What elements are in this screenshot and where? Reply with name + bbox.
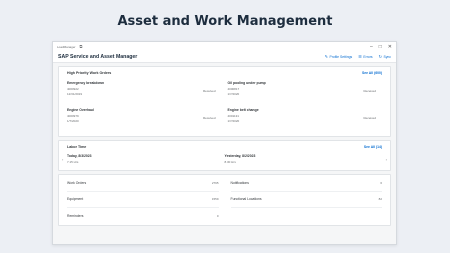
work-order-title: Engine belt change [227, 108, 259, 112]
stat-label: Equipment [67, 197, 84, 202]
header-actions: ✎ Profile Settings ☰ Errors ↻ Sync [325, 54, 391, 59]
window-app-icon: ⧉ [79, 44, 83, 49]
work-order-status: Received [202, 116, 216, 120]
labor-date: Today, 8/3/2023 [67, 154, 92, 158]
maximize-button[interactable]: □ [379, 44, 382, 50]
work-order-item[interactable]: Emergency breakdown 4000922 12/31/2019 R… [67, 78, 216, 105]
high-priority-title: High Priority Work Orders [67, 70, 112, 75]
window-titlebar: LoadManager ⧉ – □ ✕ [53, 42, 396, 51]
work-order-item[interactable]: Oil pooling under pump 4000817 1/7/2020 … [228, 78, 377, 105]
window-controls: – □ ✕ [370, 44, 392, 50]
work-order-date: 1/7/2020 [227, 118, 240, 123]
stat-equipment[interactable]: Equipment 1559 [67, 192, 219, 208]
profile-settings-button[interactable]: ✎ Profile Settings [325, 54, 353, 59]
high-priority-card: High Priority Work Orders See All (600) … [58, 66, 391, 137]
work-order-list: Emergency breakdown 4000922 12/31/2019 R… [59, 78, 390, 136]
work-order-date: 1/7/2020 [227, 91, 240, 96]
refresh-icon: ↻ [378, 54, 382, 59]
stat-label: Reminders [67, 214, 84, 219]
stat-label: Functional Locations [230, 197, 262, 202]
work-order-title: Emergency breakdown [67, 81, 105, 85]
stat-reminders[interactable]: Reminders 0 [67, 208, 219, 225]
labor-time-card: Labor Time See All (14) ‹ Today, 8/3/202… [58, 140, 391, 171]
labor-hours: 7.15 Hrs [67, 160, 79, 164]
app-window: LoadManager ⧉ – □ ✕ SAP Service and Asse… [52, 41, 397, 245]
minimize-button[interactable]: – [370, 44, 373, 50]
window-title: LoadManager [57, 44, 76, 49]
see-all-work-orders-link[interactable]: See All (600) [362, 71, 382, 75]
see-all-labor-link[interactable]: See All (14) [364, 145, 382, 149]
errors-label: Errors [363, 54, 373, 59]
stat-label: Work Orders [67, 180, 87, 185]
overview-stats: Work Orders 2795 Equipment 1559 Reminder… [59, 175, 390, 225]
stat-notifications[interactable]: Notifications 6 [230, 175, 382, 192]
work-order-status: Received [363, 89, 376, 93]
app-header: SAP Service and Asset Manager ✎ Profile … [53, 51, 396, 63]
work-order-status: Received [202, 89, 216, 93]
app-title: SAP Service and Asset Manager [58, 53, 138, 60]
profile-settings-label: Profile Settings [329, 54, 353, 59]
stat-count: 82 [378, 197, 382, 202]
chevron-right-icon[interactable]: › [386, 157, 387, 162]
close-button[interactable]: ✕ [388, 44, 392, 50]
labor-time-title: Labor Time [67, 144, 87, 149]
wrench-icon: ✎ [324, 54, 328, 59]
list-icon: ☰ [358, 54, 362, 59]
stat-count: 0 [216, 214, 219, 219]
work-order-item[interactable]: Engine Overhaul 4000979 1/7/2020 Receive… [67, 105, 216, 132]
stat-work-orders[interactable]: Work Orders 2795 [67, 175, 219, 192]
overview-card: Work Orders 2795 Equipment 1559 Reminder… [58, 174, 391, 226]
sync-label: Sync [383, 54, 391, 59]
page-heading: Asset and Work Management [117, 13, 333, 29]
high-priority-header: High Priority Work Orders See All (600) [59, 67, 390, 78]
stat-count: 2795 [211, 180, 219, 185]
work-order-title: Oil pooling under pump [227, 81, 266, 85]
stat-count: 6 [380, 180, 382, 185]
stat-functional-locations[interactable]: Functional Locations 82 [230, 192, 382, 208]
labor-entries: ‹ Today, 8/3/2023 7.15 Hrs Yesterday, 8/… [59, 152, 390, 170]
labor-date: Yesterday, 8/2/2023 [224, 154, 256, 158]
main-content: High Priority Work Orders See All (600) … [53, 63, 396, 244]
chevron-left-icon[interactable]: ‹ [62, 157, 63, 162]
stat-label: Notifications [230, 180, 249, 185]
sync-button[interactable]: ↻ Sync [379, 54, 391, 59]
work-order-item[interactable]: Engine belt change 4001131 1/7/2020 Rece… [228, 105, 377, 132]
work-order-date: 1/7/2020 [67, 118, 79, 123]
labor-hours: 8.30 Hrs [224, 160, 236, 164]
labor-time-header: Labor Time See All (14) [59, 141, 390, 152]
labor-entry[interactable]: Today, 8/3/2023 7.15 Hrs [67, 154, 225, 164]
work-order-status: Received [363, 116, 376, 120]
work-order-title: Engine Overhaul [67, 108, 94, 112]
errors-button[interactable]: ☰ Errors [358, 54, 372, 59]
stat-count: 1559 [211, 197, 219, 202]
work-order-date: 12/31/2019 [67, 91, 83, 96]
labor-entry[interactable]: Yesterday, 8/2/2023 8.30 Hrs [225, 154, 383, 164]
